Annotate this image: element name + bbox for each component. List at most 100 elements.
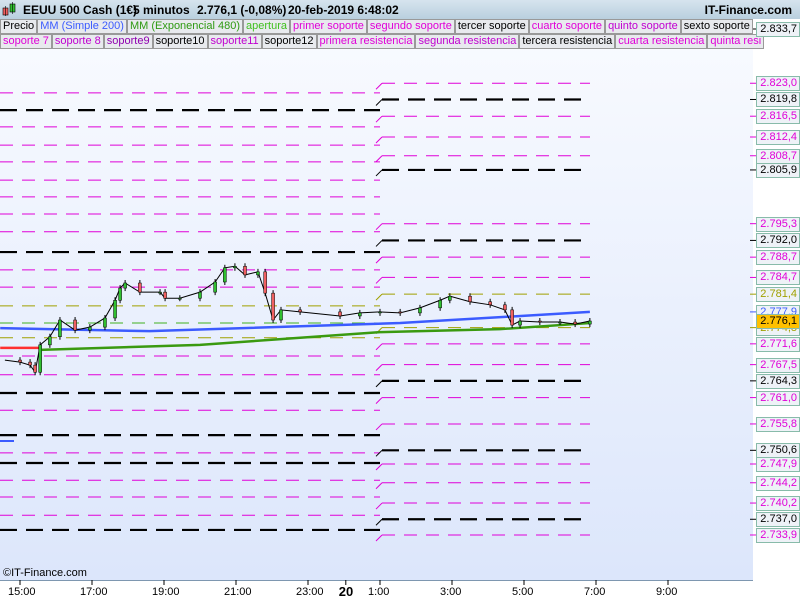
candle-body xyxy=(38,344,42,373)
candle-body xyxy=(398,311,402,314)
time-label: 21:00 xyxy=(224,586,252,598)
candle-body xyxy=(358,312,362,317)
candle-body xyxy=(48,336,52,346)
candle-body xyxy=(271,292,275,321)
time-label: 7:00 xyxy=(584,586,606,598)
candle-body xyxy=(518,320,522,326)
candle-body xyxy=(378,311,382,314)
candle-body xyxy=(256,271,260,276)
candle-body xyxy=(510,309,514,326)
level-connector xyxy=(375,240,383,247)
legend-item[interactable]: tercera resistencia xyxy=(519,34,616,49)
candle-body xyxy=(118,287,122,301)
price-label: 2.792,0 xyxy=(756,233,800,249)
candle-body xyxy=(28,361,32,366)
price-label: 2.764,3 xyxy=(756,373,800,389)
candle-body xyxy=(263,271,267,294)
time-label: 3:00 xyxy=(440,586,462,598)
legend-item[interactable]: cuarta resistencia xyxy=(615,34,708,49)
time-label: 17:00 xyxy=(80,586,108,598)
level-connector xyxy=(375,136,383,144)
price-label: 2.740,2 xyxy=(756,496,800,512)
legend-item[interactable]: soporte 7 xyxy=(0,34,52,49)
candle-body xyxy=(588,320,592,325)
candle-body xyxy=(103,317,107,328)
legend-item[interactable]: sexto soporte xyxy=(680,19,753,34)
time-label: 5:00 xyxy=(512,586,534,598)
level-connector xyxy=(375,364,383,371)
level-connector xyxy=(375,534,383,542)
candle-body xyxy=(503,304,507,311)
candle-body xyxy=(158,291,162,294)
candle-body xyxy=(198,291,202,299)
price-label: 2.771,6 xyxy=(756,336,800,352)
time-label: 9:00 xyxy=(656,586,678,598)
legend-item[interactable]: cuarto soporte xyxy=(528,19,606,34)
time-label: 20 xyxy=(338,584,354,599)
candle-body xyxy=(233,266,237,269)
level-connector xyxy=(375,155,383,163)
price-label: 2.823,0 xyxy=(756,76,800,92)
price-label: 2.744,2 xyxy=(756,475,800,491)
candle-body xyxy=(338,311,342,317)
price-label: 2.795,3 xyxy=(756,216,800,232)
copyright: ©IT-Finance.com xyxy=(3,567,87,579)
candle-body xyxy=(418,307,422,314)
legend-row-2: soporte 7 soporte 8 soporte9 soporte10 sopor… xyxy=(0,34,765,49)
price-label: 2.781,4 xyxy=(756,287,800,303)
candle-body xyxy=(468,295,472,303)
price-label: 2.833,7 xyxy=(756,22,800,37)
price-label: 2.805,9 xyxy=(756,162,800,178)
candle-body xyxy=(163,291,167,299)
price-label: 2.737,0 xyxy=(756,512,800,528)
time-label: 19:00 xyxy=(152,586,180,598)
level-connector xyxy=(375,343,383,351)
candle-body xyxy=(73,319,77,331)
candle-body xyxy=(178,297,182,300)
candle-body xyxy=(573,321,577,325)
legend-item[interactable]: primer soporte xyxy=(289,19,367,34)
legend-item[interactable]: MM (Exponencial 480) xyxy=(126,19,243,34)
candle-body xyxy=(213,281,217,293)
legend-item[interactable]: segunda resistencia xyxy=(415,34,520,49)
candle-body xyxy=(138,282,142,293)
price-label: 2.767,5 xyxy=(756,357,800,373)
legend-item[interactable]: soporte12 xyxy=(261,34,317,49)
candle-body xyxy=(33,364,37,373)
price-label: 2.733,9 xyxy=(756,527,800,543)
price-label: 2.812,4 xyxy=(756,129,800,145)
price-label: 2.784,7 xyxy=(756,270,800,286)
legend-item[interactable]: soporte10 xyxy=(152,34,208,49)
candle-body xyxy=(123,282,127,289)
price-label: 2.747,9 xyxy=(756,457,800,472)
time-label: 15:00 xyxy=(8,586,36,598)
time-label: 1:00 xyxy=(368,586,390,598)
candle-body xyxy=(243,266,247,276)
legend-row-1: Precio MM (Simple 200) MM (Exponencial 480… xyxy=(0,19,753,34)
level-connector xyxy=(375,223,383,231)
level-connector xyxy=(375,256,383,264)
candle-body xyxy=(488,301,492,306)
price-chart xyxy=(0,28,756,585)
legend-item[interactable]: apertura xyxy=(243,19,290,34)
level-connector xyxy=(375,423,383,431)
legend-item[interactable]: soporte9 xyxy=(103,34,153,49)
legend-item[interactable]: quinto soporte xyxy=(605,19,681,34)
legend-item[interactable]: tercer soporte xyxy=(454,19,529,34)
level-connector xyxy=(375,277,383,284)
candle-body xyxy=(88,326,92,331)
legend-item[interactable]: Precio xyxy=(0,19,38,34)
legend-item[interactable]: primera resistencia xyxy=(316,34,416,49)
legend-item[interactable]: soporte 8 xyxy=(51,34,104,49)
level-connector xyxy=(375,380,383,388)
legend-item[interactable]: segundo soporte xyxy=(366,19,455,34)
level-connector xyxy=(375,169,383,177)
candle-body xyxy=(279,309,283,321)
price-label: 2.755,8 xyxy=(756,416,800,432)
legend-item[interactable]: soporte11 xyxy=(207,34,262,49)
legend-item[interactable]: MM (Simple 200) xyxy=(37,19,127,34)
level-connector xyxy=(375,482,383,490)
price-label: 2.816,5 xyxy=(756,109,800,125)
level-connector xyxy=(375,293,383,301)
price-label: 2.808,7 xyxy=(756,148,800,164)
